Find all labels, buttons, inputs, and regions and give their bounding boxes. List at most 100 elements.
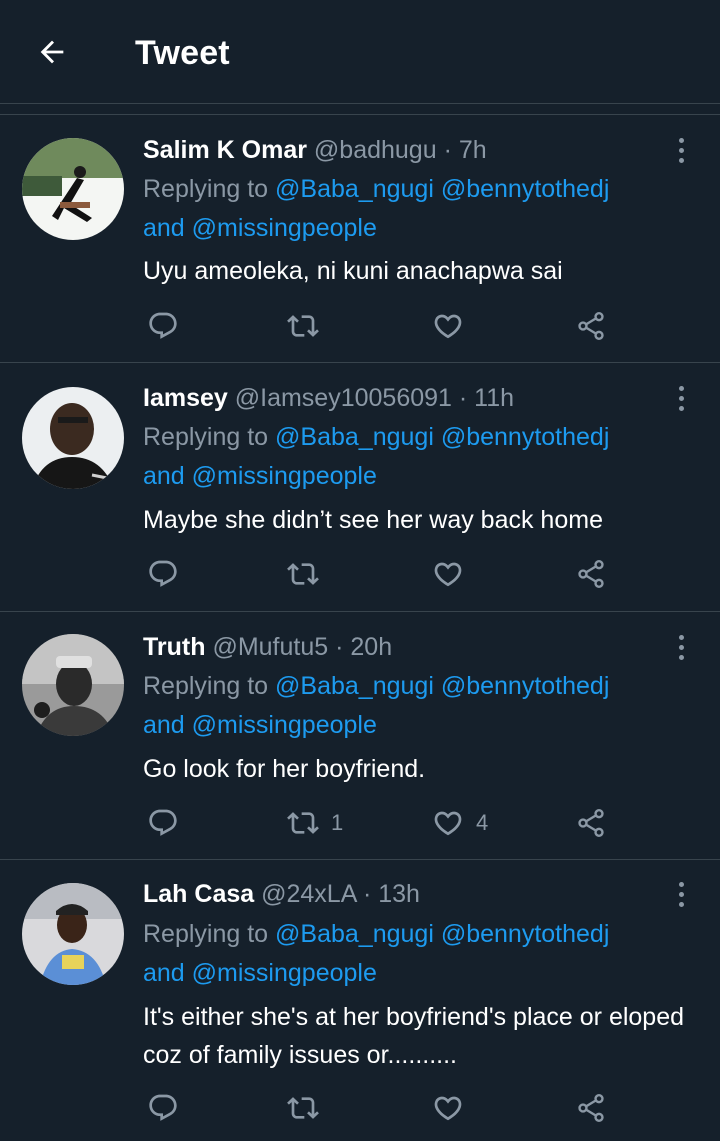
and-label: and: [143, 214, 185, 242]
mention-link[interactable]: @missingpeople: [192, 959, 377, 987]
mention-link[interactable]: @bennytothedj: [441, 672, 610, 700]
back-button[interactable]: [30, 30, 74, 74]
like-count: 4: [476, 810, 489, 835]
tweet-time[interactable]: 13h: [378, 880, 420, 908]
avatar[interactable]: [22, 883, 124, 985]
mention-link[interactable]: @Baba_ngugi: [275, 423, 434, 451]
mention-link[interactable]: @Baba_ngugi: [275, 672, 434, 700]
share-button[interactable]: [575, 805, 607, 841]
tweet-header: Truth @Mufutu5 · 20h: [143, 631, 392, 663]
tweet[interactable]: Truth @Mufutu5 · 20h Replying to @Baba_n…: [0, 612, 720, 860]
author-handle[interactable]: @Mufutu5: [212, 633, 328, 661]
arrow-left-icon: [40, 40, 64, 64]
tweet-text: Uyu ameoleka, ni kuni anachapwa sai: [143, 257, 563, 285]
tweet-header: Salim K Omar @badhugu · 7h: [143, 134, 487, 166]
author-name[interactable]: Truth: [143, 633, 206, 661]
reply-button[interactable]: [147, 556, 179, 592]
tweet-text: Go look for her boyfriend.: [143, 755, 426, 783]
replying-label: Replying to: [143, 672, 269, 700]
tweet-time[interactable]: 20h: [350, 633, 392, 661]
mention-link[interactable]: @Baba_ngugi: [275, 175, 434, 203]
separator-dot: ·: [443, 136, 452, 164]
retweet-button[interactable]: [287, 308, 331, 344]
mention-link[interactable]: @bennytothedj: [441, 920, 610, 948]
tweet[interactable]: Salim K Omar @badhugu · 7h Replying to @…: [0, 115, 720, 363]
replying-label: Replying to: [143, 423, 269, 451]
like-button[interactable]: [432, 1090, 476, 1126]
author-handle[interactable]: @badhugu: [314, 136, 437, 164]
replying-to: Replying to @Baba_ngugi @bennytothedj: [143, 915, 609, 953]
page-title: Tweet: [135, 34, 230, 72]
replying-to-cont: and @missingpeople: [143, 209, 377, 247]
and-label: and: [143, 959, 185, 987]
mention-link[interactable]: @missingpeople: [192, 462, 377, 490]
tweet-text: Maybe she didn’t see her way back home: [143, 506, 603, 534]
avatar[interactable]: [22, 138, 124, 240]
retweet-icon: [287, 812, 319, 834]
more-vertical-icon[interactable]: [666, 382, 696, 414]
retweet-icon: [287, 563, 319, 585]
mention-link[interactable]: @bennytothedj: [441, 175, 610, 203]
top-app-bar: Tweet: [0, 0, 720, 104]
replying-to: Replying to @Baba_ngugi @bennytothedj: [143, 170, 609, 208]
avatar[interactable]: [22, 634, 124, 736]
retweet-button[interactable]: [287, 556, 331, 592]
mention-link[interactable]: @Baba_ngugi: [275, 920, 434, 948]
mention-link[interactable]: @missingpeople: [192, 214, 377, 242]
separator-dot: ·: [362, 880, 372, 908]
retweet-button[interactable]: [287, 1090, 331, 1126]
tweet-time[interactable]: 11h: [474, 384, 514, 412]
and-label: and: [143, 711, 185, 739]
retweet-button[interactable]: 1: [287, 805, 343, 841]
more-vertical-icon[interactable]: [666, 878, 696, 910]
more-vertical-icon[interactable]: [666, 134, 696, 166]
and-label: and: [143, 462, 185, 490]
like-button[interactable]: [432, 556, 476, 592]
replying-label: Replying to: [143, 920, 269, 948]
replying-to-cont: and @missingpeople: [143, 954, 377, 992]
reply-icon: [149, 1094, 177, 1121]
author-name[interactable]: Salim K Omar: [143, 136, 307, 164]
mention-link[interactable]: @bennytothedj: [441, 423, 610, 451]
avatar[interactable]: [22, 387, 124, 489]
reply-icon: [149, 809, 177, 836]
author-name[interactable]: Lah Casa: [143, 880, 254, 908]
retweet-icon: [287, 315, 319, 337]
replying-to: Replying to @Baba_ngugi @bennytothedj: [143, 667, 609, 705]
share-button[interactable]: [575, 556, 607, 592]
author-handle[interactable]: @Iamsey10056091: [235, 384, 452, 412]
like-button[interactable]: 4: [432, 805, 488, 841]
like-icon: [434, 811, 462, 836]
author-name[interactable]: Iamsey: [143, 384, 228, 412]
reply-icon: [149, 312, 177, 339]
share-icon: [578, 312, 604, 340]
separator-dot: ·: [458, 384, 468, 412]
retweet-icon: [287, 1097, 319, 1119]
tweet-header: Lah Casa @24xLA · 13h: [143, 878, 420, 910]
reply-button[interactable]: [147, 805, 179, 841]
mention-link[interactable]: @missingpeople: [192, 711, 377, 739]
share-button[interactable]: [575, 308, 607, 344]
like-icon: [434, 562, 462, 587]
reply-button[interactable]: [147, 308, 179, 344]
replying-to-cont: and @missingpeople: [143, 457, 377, 495]
author-handle[interactable]: @24xLA: [261, 880, 356, 908]
tweet-header: Iamsey @Iamsey10056091 · 11h: [143, 382, 514, 414]
share-icon: [578, 809, 604, 837]
share-icon: [578, 1094, 604, 1122]
tweet-text: It's either she's at her boyfriend's pla…: [143, 1003, 685, 1069]
share-button[interactable]: [575, 1090, 607, 1126]
reply-icon: [149, 560, 177, 587]
separator-dot: ·: [335, 633, 344, 661]
replying-to: Replying to @Baba_ngugi @bennytothedj: [143, 418, 609, 456]
tweet[interactable]: Iamsey @Iamsey10056091 · 11h Replying to…: [0, 363, 720, 612]
share-icon: [578, 560, 604, 588]
like-icon: [434, 1096, 462, 1121]
tweet[interactable]: Lah Casa @24xLA · 13h Replying to @Baba_…: [0, 860, 720, 1141]
tweet-time[interactable]: 7h: [459, 136, 487, 164]
replying-label: Replying to: [143, 175, 269, 203]
like-button[interactable]: [432, 308, 476, 344]
reply-button[interactable]: [147, 1090, 179, 1126]
replying-to-cont: and @missingpeople: [143, 706, 377, 744]
more-vertical-icon[interactable]: [666, 631, 696, 663]
